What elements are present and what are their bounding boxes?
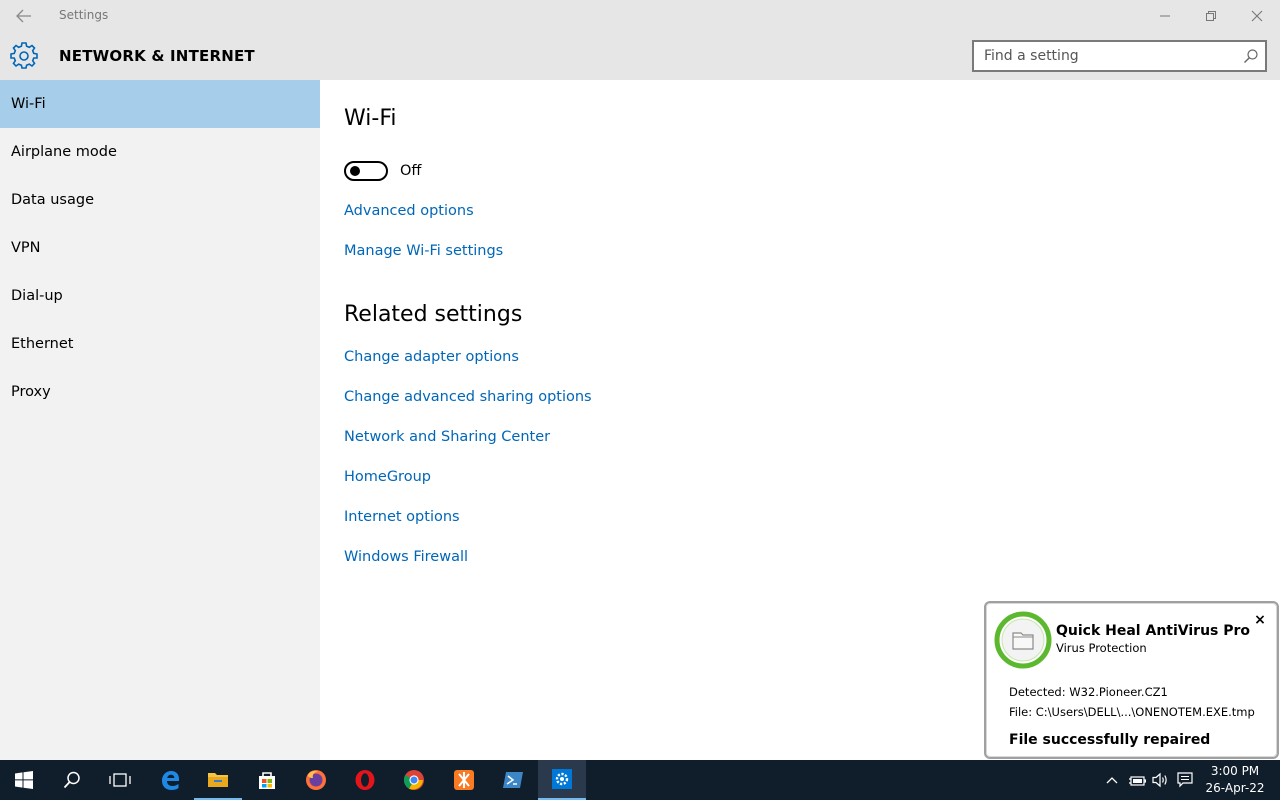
- taskbar-app-powershell[interactable]: [489, 760, 537, 800]
- store-icon: [259, 772, 275, 789]
- related-settings-heading: Related settings: [344, 302, 523, 327]
- page-title: Wi-Fi: [344, 106, 397, 131]
- firefox-icon: [306, 770, 326, 790]
- repair-status-text: File successfully repaired: [1009, 732, 1211, 748]
- chrome-icon: [403, 770, 424, 790]
- sidebar-item-dial-up[interactable]: Dial-up: [0, 272, 320, 320]
- search-box[interactable]: [972, 40, 1267, 72]
- file-explorer-icon: [208, 773, 228, 787]
- notification-subtitle: Virus Protection: [1056, 641, 1147, 655]
- notification-title: Quick Heal AntiVirus Pro: [1056, 623, 1251, 639]
- volume-icon: [1152, 772, 1167, 788]
- wifi-toggle[interactable]: [344, 161, 388, 181]
- restore-icon: [1206, 11, 1216, 21]
- notifications-icon: [1177, 772, 1193, 788]
- windows-firewall-link[interactable]: Windows Firewall: [344, 549, 468, 565]
- app-title: Settings: [59, 8, 109, 22]
- close-icon: [1251, 10, 1263, 22]
- manage-wifi-settings-link[interactable]: Manage Wi-Fi settings: [344, 243, 503, 259]
- sidebar-item-vpn[interactable]: VPN: [0, 224, 320, 272]
- taskbar-app-settings[interactable]: [538, 760, 586, 800]
- windows-start-icon: [15, 771, 33, 789]
- sidebar-item-data-usage[interactable]: Data usage: [0, 176, 320, 224]
- homegroup-link[interactable]: HomeGroup: [344, 469, 431, 485]
- taskbar-app-firefox[interactable]: [292, 760, 340, 800]
- edge-icon: [162, 771, 179, 790]
- antivirus-notification: Quick Heal AntiVirus Pro Virus Protectio…: [984, 601, 1279, 759]
- taskbar-app-xampp[interactable]: [440, 760, 488, 800]
- network-and-sharing-center-link[interactable]: Network and Sharing Center: [344, 429, 550, 445]
- toggle-knob: [350, 166, 360, 176]
- detected-file-path: File: C:\Users\DELL\...\ONENOTEM.EXE.tmp: [1009, 705, 1255, 719]
- taskbar-app-opera[interactable]: [341, 760, 389, 800]
- search-input[interactable]: [984, 46, 1234, 66]
- section-title: NETWORK & INTERNET: [59, 47, 255, 65]
- sidebar-item-ethernet[interactable]: Ethernet: [0, 320, 320, 368]
- battery-plug-icon: [1129, 776, 1146, 786]
- power-tray-button[interactable]: [1126, 760, 1148, 800]
- change-adapter-options-link[interactable]: Change adapter options: [344, 349, 519, 365]
- xampp-icon: [454, 770, 474, 790]
- minimize-icon: [1160, 15, 1170, 17]
- detected-threat-text: Detected: W32.Pioneer.CZ1: [1009, 685, 1168, 699]
- volume-tray-button[interactable]: [1150, 760, 1172, 800]
- taskbar: 3:00 PM 26-Apr-22: [0, 760, 1280, 800]
- start-button[interactable]: [0, 760, 48, 800]
- action-center-button[interactable]: [1174, 760, 1196, 800]
- clock-time: 3:00 PM: [1210, 764, 1260, 778]
- notification-close-icon[interactable]: ×: [1252, 612, 1268, 628]
- gear-icon: [10, 42, 38, 69]
- opera-icon: [355, 770, 375, 790]
- sidebar-item-wifi[interactable]: Wi-Fi: [0, 80, 320, 128]
- advanced-options-link[interactable]: Advanced options: [344, 203, 474, 219]
- quick-heal-logo-icon: [994, 611, 1052, 669]
- show-hidden-icons-button[interactable]: [1103, 760, 1121, 800]
- minimize-button[interactable]: [1142, 0, 1188, 32]
- settings-icon: [552, 769, 572, 789]
- taskbar-app-chrome[interactable]: [390, 760, 438, 800]
- taskbar-clock[interactable]: 3:00 PM 26-Apr-22: [1196, 763, 1274, 797]
- taskbar-app-store[interactable]: [243, 760, 291, 800]
- internet-options-link[interactable]: Internet options: [344, 509, 460, 525]
- back-arrow-icon: [16, 9, 31, 23]
- taskbar-app-file-explorer[interactable]: [194, 760, 242, 800]
- chevron-up-icon: [1106, 777, 1118, 784]
- sidebar-item-proxy[interactable]: Proxy: [0, 368, 320, 416]
- close-button[interactable]: [1234, 0, 1280, 32]
- restore-button[interactable]: [1188, 0, 1234, 32]
- taskbar-app-edge[interactable]: [146, 760, 194, 800]
- search-icon: [63, 771, 80, 789]
- task-view-button[interactable]: [96, 760, 144, 800]
- back-button[interactable]: [10, 5, 38, 27]
- taskbar-search-button[interactable]: [48, 760, 96, 800]
- sidebar: Wi-Fi Airplane mode Data usage VPN Dial-…: [0, 80, 320, 760]
- powershell-icon: [503, 772, 523, 788]
- task-view-icon: [109, 773, 131, 787]
- wifi-toggle-label: Off: [400, 163, 422, 179]
- clock-date: 26-Apr-22: [1205, 781, 1265, 795]
- change-advanced-sharing-options-link[interactable]: Change advanced sharing options: [344, 389, 592, 405]
- sidebar-item-airplane-mode[interactable]: Airplane mode: [0, 128, 320, 176]
- title-bar: Settings NETWORK & INTERNET: [0, 0, 1280, 80]
- search-icon[interactable]: [1243, 48, 1259, 64]
